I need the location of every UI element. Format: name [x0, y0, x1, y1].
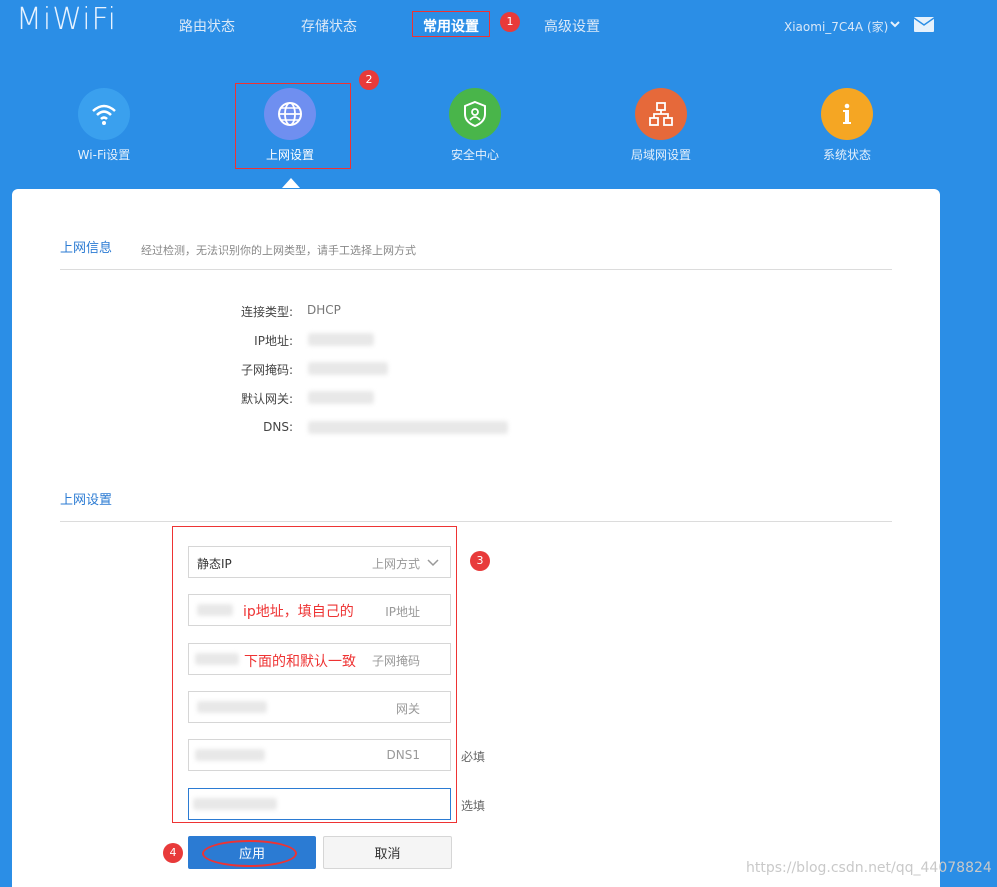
gateway-placeholder: 网关 [395, 702, 420, 716]
dns2-optional-label: 选填 [461, 799, 486, 813]
tile-system-status[interactable] [821, 88, 873, 140]
info-label-dns: DNS: [263, 420, 293, 434]
tile-wifi[interactable] [78, 88, 130, 140]
redacted-ip-input [197, 604, 233, 616]
tile-label-system-status[interactable]: 系统状态 [787, 146, 907, 163]
connection-mode-select[interactable]: 静态IP 上网方式 [188, 546, 451, 578]
redacted-mask [308, 362, 388, 375]
apply-highlight-ellipse [202, 840, 297, 867]
info-label-conn-type: 连接类型: [240, 305, 293, 319]
network-icon [649, 102, 673, 126]
connection-mode-placeholder: 上网方式 [371, 557, 420, 571]
subnet-mask-placeholder: 子网掩码 [371, 654, 420, 668]
mail-icon[interactable] [914, 17, 934, 32]
dns1-input[interactable]: DNS1 [188, 739, 451, 771]
shield-icon [464, 100, 486, 128]
router-name[interactable]: Xiaomi_7C4A (家) [784, 18, 888, 35]
dns2-input[interactable] [188, 788, 451, 820]
tile-security[interactable] [449, 88, 501, 140]
redacted-ip [308, 333, 374, 346]
tile-label-wifi[interactable]: Wi-Fi设置 [44, 146, 164, 163]
dns1-placeholder: DNS1 [386, 748, 420, 762]
section-title-info: 上网信息 [60, 241, 113, 256]
info-label-mask: 子网掩码: [240, 363, 293, 377]
section-title-settings: 上网设置 [60, 493, 113, 508]
info-label-gateway: 默认网关: [240, 392, 293, 406]
info-label-ip: IP地址: [254, 334, 293, 348]
annotation-ip-note: ip地址，填自己的 [243, 604, 354, 620]
miwifi-logo: MiWiFi [16, 2, 117, 37]
watermark: https://blog.csdn.net/qq_44078824 [746, 860, 992, 876]
annotation-badge-3: 3 [470, 551, 490, 571]
nav-highlight-box [412, 11, 490, 37]
info-value-conn-type: DHCP [307, 303, 341, 317]
redacted-dns2-input [193, 798, 277, 810]
annotation-badge-4: 4 [163, 843, 183, 863]
redacted-gateway [308, 391, 374, 404]
redacted-dns [308, 421, 508, 434]
tile-lan[interactable] [635, 88, 687, 140]
connection-mode-value: 静态IP [197, 557, 232, 571]
redacted-dns1-input [195, 749, 265, 761]
wifi-icon [92, 104, 116, 125]
gateway-input[interactable]: 网关 [188, 691, 451, 723]
nav-storage-status[interactable]: 存储状态 [301, 16, 357, 36]
redacted-gateway-input [197, 701, 267, 713]
active-tab-pointer [282, 178, 300, 188]
annotation-badge-2: 2 [359, 70, 379, 90]
cancel-button[interactable]: 取消 [323, 836, 452, 869]
main-panel [12, 189, 940, 887]
nav-router-status[interactable]: 路由状态 [179, 16, 235, 36]
annotation-mask-note: 下面的和默认一致 [244, 654, 356, 670]
redacted-mask-input [195, 653, 239, 665]
annotation-badge-1: 1 [500, 12, 520, 32]
dns1-required-label: 必填 [461, 750, 486, 764]
tile-label-lan[interactable]: 局域网设置 [601, 146, 721, 163]
chevron-down-icon [427, 559, 439, 567]
nav-advanced-settings[interactable]: 高级设置 [544, 16, 600, 36]
section-desc-info: 经过检测，无法识别你的上网类型，请手工选择上网方式 [141, 244, 416, 257]
tile-label-security[interactable]: 安全中心 [415, 146, 535, 163]
ip-address-placeholder: IP地址 [385, 605, 420, 619]
chevron-down-icon[interactable] [889, 18, 901, 30]
info-icon [843, 103, 851, 124]
divider [60, 521, 892, 522]
divider [60, 269, 892, 270]
tile-highlight-box [235, 83, 351, 169]
